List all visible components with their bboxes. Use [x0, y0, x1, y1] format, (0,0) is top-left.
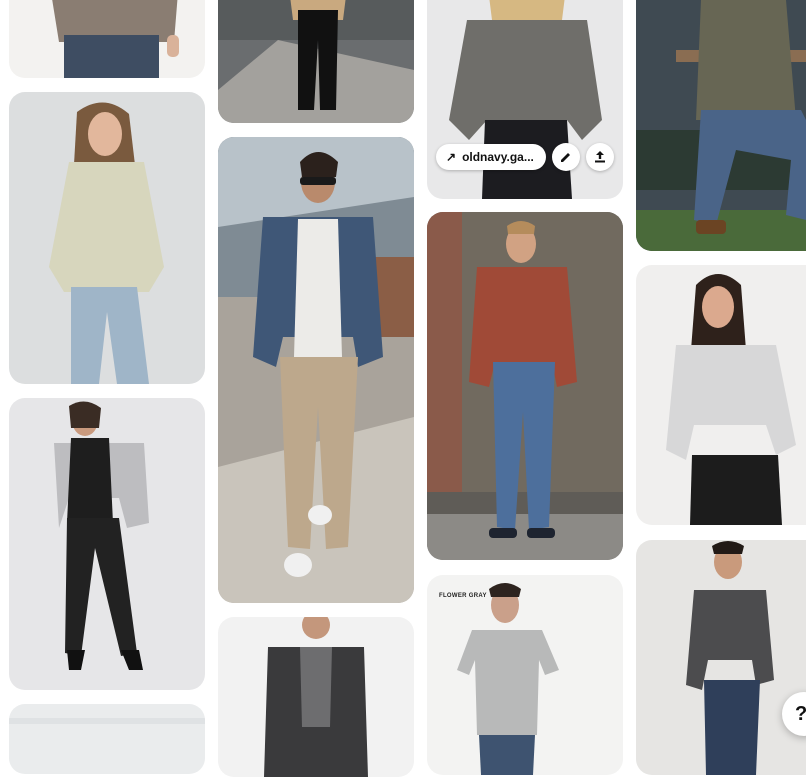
pin-image [9, 0, 205, 78]
pin-woman-light-sweater[interactable] [636, 265, 806, 525]
pin-image [636, 540, 806, 775]
pin-image [9, 398, 205, 690]
pin-man-olive-shirt[interactable] [636, 0, 806, 251]
external-link-arrow-icon: ↗ [446, 150, 457, 164]
pin-man-dark-henley[interactable] [636, 540, 806, 775]
pin-woman-black-jumpsuit[interactable] [9, 398, 205, 690]
pin-source-link[interactable]: ↗ oldnavy.ga... [436, 144, 546, 170]
pin-image [636, 0, 806, 251]
pin-woman-gray-longsleeve[interactable]: ↗ oldnavy.ga... [427, 0, 623, 199]
pin-woman-sage-shirt[interactable] [9, 92, 205, 384]
help-question-icon: ? [795, 702, 806, 725]
pin-woman-gray-sweater[interactable] [9, 0, 205, 78]
pin-image [9, 704, 205, 774]
pin-image [427, 575, 623, 775]
pin-woman-camel-coat[interactable] [218, 0, 414, 123]
pin-man-dark-jacket[interactable] [218, 617, 414, 777]
share-pin-button[interactable] [586, 143, 614, 171]
pin-image [218, 617, 414, 777]
pin-image [9, 92, 205, 384]
pencil-icon [561, 153, 570, 162]
brand-tag-text: FLOWER GRAY [439, 593, 487, 599]
edit-pin-button[interactable] [552, 143, 580, 171]
pin-image [218, 0, 414, 123]
pin-source-label: oldnavy.ga... [462, 150, 534, 164]
pin-partial-bottom-col1[interactable] [9, 704, 205, 774]
pin-image [218, 137, 414, 603]
pin-image [636, 265, 806, 525]
pin-man-denim-jacket[interactable] [218, 137, 414, 603]
pin-image [427, 212, 623, 560]
pin-man-gray-tee[interactable]: FLOWER GRAY [427, 575, 623, 775]
share-upload-icon [595, 151, 605, 163]
pin-man-red-henley[interactable] [427, 212, 623, 560]
brand-tag: FLOWER GRAY [439, 593, 487, 599]
